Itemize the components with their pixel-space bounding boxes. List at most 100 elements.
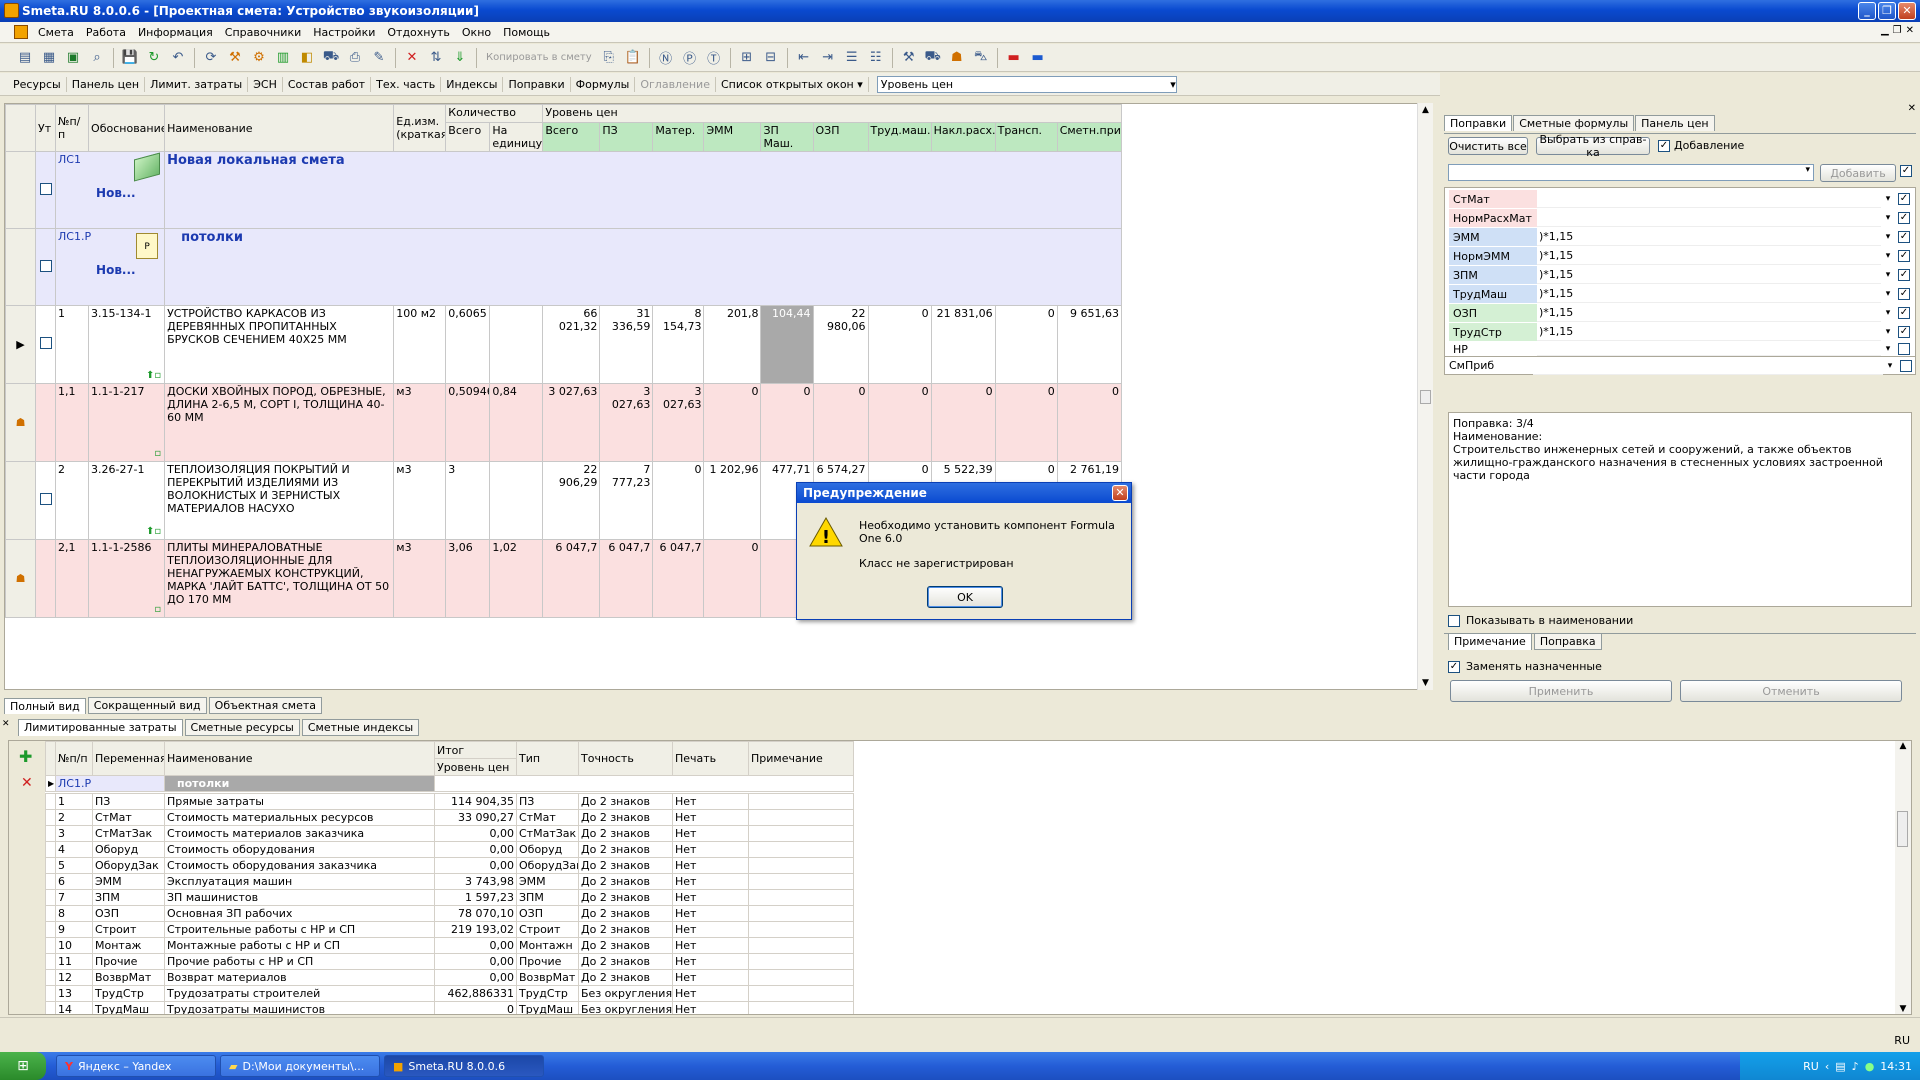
cell-print[interactable]: Нет xyxy=(672,969,749,986)
task-explorer[interactable]: ▰ D:\Мои документы\... xyxy=(220,1055,380,1077)
cell-precision[interactable]: До 2 знаков xyxy=(578,921,673,938)
param-checkbox[interactable]: ✓ xyxy=(1898,250,1910,262)
cell-qty[interactable]: 3,06 xyxy=(445,539,491,618)
cell-variable[interactable]: СтМатЗак xyxy=(92,825,165,842)
move-icon[interactable]: ⇅ xyxy=(425,47,447,69)
add-confirm-checkbox[interactable]: ✓ xyxy=(1900,165,1912,177)
cell-name[interactable]: Стоимость оборудования xyxy=(164,841,435,858)
cell-print[interactable]: Нет xyxy=(672,825,749,842)
param-value[interactable] xyxy=(1537,190,1881,208)
book-red-icon[interactable]: ▬ xyxy=(1003,47,1025,69)
tab-tech-part[interactable]: Тех. часть xyxy=(371,76,442,92)
col-precision[interactable]: Точность xyxy=(578,741,673,776)
cell-print[interactable]: Нет xyxy=(672,937,749,954)
tab-work-composition[interactable]: Состав работ xyxy=(283,76,372,92)
param-checkbox[interactable] xyxy=(1898,343,1910,355)
cell-print[interactable]: Нет xyxy=(672,921,749,938)
param-row[interactable]: ЭММ)*1,15 ▾ ✓ xyxy=(1449,228,1913,246)
cell-precision[interactable]: До 2 знаков xyxy=(578,969,673,986)
cell-trud-mash[interactable]: 0 xyxy=(867,305,932,384)
tab-estimate-formulas[interactable]: Сметные формулы xyxy=(1513,115,1635,131)
mdi-minimize-button[interactable]: ▁ xyxy=(1881,25,1889,36)
network-icon[interactable]: ▤ xyxy=(1835,1060,1845,1073)
cell-print[interactable]: Нет xyxy=(672,1001,749,1014)
correction-select[interactable]: ▾ xyxy=(1448,164,1814,181)
cell-type[interactable]: ОЗП xyxy=(516,905,579,922)
scroll-down-icon[interactable]: ▼ xyxy=(1895,1004,1911,1014)
tab-short-view[interactable]: Сокращенный вид xyxy=(87,697,207,714)
materials-icon[interactable]: ▥ xyxy=(272,47,294,69)
menu-help[interactable]: Помощь xyxy=(497,26,556,39)
limit-icon[interactable]: ⊞ xyxy=(736,47,758,69)
cell-print[interactable]: Нет xyxy=(672,793,749,810)
clear-all-button[interactable]: Очистить все xyxy=(1448,137,1528,155)
truck-icon[interactable]: ⛟ xyxy=(922,47,944,69)
find-icon[interactable]: ⌕ xyxy=(86,47,108,69)
book-blue-icon[interactable]: ▬ xyxy=(1027,47,1049,69)
menu-info[interactable]: Информация xyxy=(132,26,219,39)
row-checkbox[interactable] xyxy=(39,493,52,505)
col-basis[interactable]: Обоснование xyxy=(88,104,166,152)
tab-object-estimate[interactable]: Объектная смета xyxy=(208,697,322,714)
cell-npp[interactable]: 1 xyxy=(55,305,90,384)
cell-name[interactable]: ТЕПЛОИЗОЛЯЦИЯ ПОКРЫТИЙ И ПЕРЕКРЫТИЙ ИЗДЕ… xyxy=(164,461,395,540)
cell-type[interactable]: ЭММ xyxy=(516,873,579,890)
resource-link-icon[interactable]: ▫ xyxy=(154,448,161,459)
param-row[interactable]: НР ▾ xyxy=(1449,342,1913,356)
chevron-down-icon[interactable]: ▾ xyxy=(1881,308,1895,318)
worker-icon[interactable]: ☗ xyxy=(946,47,968,69)
cell-value[interactable]: 0,00 xyxy=(434,841,517,858)
cell-precision[interactable]: До 2 знаков xyxy=(578,841,673,858)
add-mode-checkbox[interactable]: ✓ xyxy=(1658,139,1670,152)
cell-value[interactable]: 78 070,10 xyxy=(434,905,517,922)
cell-precision[interactable]: До 2 знаков xyxy=(578,953,673,970)
cell-precision[interactable]: До 2 знаков xyxy=(578,809,673,826)
cell-type[interactable]: ОборудЗак xyxy=(516,857,579,874)
limit-row[interactable]: 8 ОЗП Основная ЗП рабочих 78 070,10 ОЗП До 2 … xyxy=(45,905,854,922)
align-right-icon[interactable]: ☷ xyxy=(865,47,887,69)
limit-row[interactable]: 12 ВозврМат Возврат материалов 0,00 ВозврМат… xyxy=(45,969,854,986)
workers-icon[interactable]: ⚙ xyxy=(248,47,270,69)
cell-name[interactable]: Трудозатраты строителей xyxy=(164,985,435,1002)
cell-npp[interactable]: 9 xyxy=(55,921,93,938)
volume-icon[interactable]: ♪ xyxy=(1852,1060,1859,1073)
param-row[interactable]: СтМат ▾ ✓ xyxy=(1449,190,1913,208)
cell-name[interactable]: Монтажные работы с НР и СП xyxy=(164,937,435,954)
grid-scrollbar[interactable]: ▲ ▼ xyxy=(1417,103,1433,690)
close-button[interactable]: ✕ xyxy=(1898,2,1916,20)
add-row-icon[interactable]: ✚ xyxy=(19,747,32,766)
replace-assigned-checkbox[interactable]: ✓ xyxy=(1448,660,1460,673)
resource-link-icon[interactable]: ▫ xyxy=(154,604,161,615)
tray-expand-icon[interactable]: ‹ xyxy=(1825,1060,1829,1073)
table-row[interactable]: ▶ 1 3.15-134-1 ⬆▫ УСТРОЙСТВО КАРКАСОВ ИЗ … xyxy=(5,305,1123,384)
resources-arrow-icon[interactable]: ⬆▫ xyxy=(146,370,161,381)
chevron-down-icon[interactable]: ▾ xyxy=(1883,360,1897,371)
cell-ozp[interactable]: 0 xyxy=(812,383,869,462)
cell-per-unit[interactable] xyxy=(489,461,544,540)
col-ut[interactable]: Ут xyxy=(35,104,57,152)
tab-corrections[interactable]: Поправки xyxy=(1444,115,1513,131)
price-level-select[interactable]: Уровень цен ▾ xyxy=(876,75,1177,93)
delete-row-icon[interactable]: ✕ xyxy=(21,775,33,791)
cell-qty[interactable]: 3 xyxy=(445,461,491,540)
cell-value[interactable]: 219 193,02 xyxy=(434,921,517,938)
cancel-button[interactable]: Отменить xyxy=(1680,680,1902,702)
cell-variable[interactable]: ПЗ xyxy=(92,793,165,810)
param-row[interactable]: ЗПМ)*1,15 ▾ ✓ xyxy=(1449,266,1913,284)
cell-zp-mash[interactable]: 0 xyxy=(760,383,814,462)
col-emm[interactable]: ЭММ xyxy=(703,122,762,152)
cell-transp[interactable]: 0 xyxy=(994,383,1058,462)
cell-note[interactable] xyxy=(748,969,854,986)
tab-price-panel[interactable]: Панель цен xyxy=(67,76,146,92)
cell-note[interactable] xyxy=(748,809,854,826)
cell-trud-mash[interactable]: 0 xyxy=(867,383,932,462)
coefficient-icon[interactable]: ⚒ xyxy=(224,47,246,69)
cell-emm[interactable]: 201,8 xyxy=(703,305,762,384)
refresh-icon[interactable]: ↻ xyxy=(143,47,165,69)
chevron-down-icon[interactable]: ▾ xyxy=(1881,327,1895,337)
cell-precision[interactable]: До 2 знаков xyxy=(578,825,673,842)
param-value[interactable]: )*1,15 xyxy=(1537,266,1881,284)
paste-icon[interactable]: 📋 xyxy=(622,47,644,69)
menu-rabota[interactable]: Работа xyxy=(80,26,132,39)
param-value[interactable] xyxy=(1537,209,1881,227)
